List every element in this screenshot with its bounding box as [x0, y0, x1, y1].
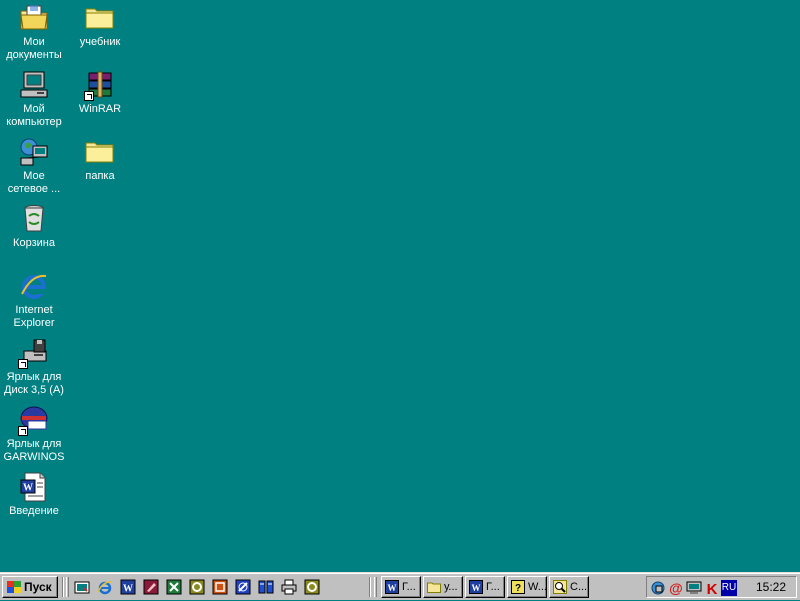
- desktop-icon-label: Internet Explorer: [13, 304, 55, 329]
- svg-text:@: @: [669, 580, 683, 596]
- shortcut-arrow-icon: [18, 359, 28, 369]
- recycle-bin-icon: [18, 203, 50, 235]
- desktop-icon-papka[interactable]: папка: [66, 136, 134, 183]
- my-documents-icon: [18, 2, 50, 34]
- word-icon: W: [385, 580, 399, 594]
- desktop-icon-network[interactable]: Мое сетевое ...: [0, 136, 68, 196]
- desktop-icon-label: Ярлык для Диск 3,5 (A): [4, 371, 64, 396]
- word-icon: W: [469, 580, 483, 594]
- desktop-icon-label: Мои документы: [6, 36, 62, 61]
- task-button-label: С...: [570, 581, 588, 593]
- garwinos-shortcut-icon: [18, 404, 50, 436]
- app-icon[interactable]: [189, 579, 205, 595]
- printer-icon[interactable]: [281, 579, 297, 595]
- desktop-icon-internet-explorer[interactable]: Internet Explorer: [0, 270, 68, 330]
- desktop-icon-label: Мое сетевое ...: [7, 170, 61, 195]
- language-indicator[interactable]: RU: [721, 580, 737, 596]
- task-button[interactable]: ? W...: [507, 576, 547, 598]
- start-button[interactable]: Пуск: [2, 576, 58, 598]
- desktop-icon-my-documents[interactable]: Мои документы: [0, 2, 68, 62]
- access-icon[interactable]: [143, 579, 159, 595]
- windows-logo-icon: [7, 581, 21, 593]
- internet-explorer-icon: [18, 270, 50, 302]
- desktop-icon-recycle-bin[interactable]: Корзина: [0, 203, 68, 250]
- folder-icon: [84, 2, 116, 34]
- start-label: Пуск: [24, 580, 52, 594]
- taskbar: Пуск W W Г... у... W Г... ? W... С... @ …: [0, 572, 800, 600]
- task-button-label: Г...: [486, 581, 500, 593]
- svg-text:K: K: [707, 581, 718, 596]
- antivirus-icon[interactable]: K: [704, 580, 720, 598]
- svg-text:W: W: [472, 583, 481, 593]
- task-area-grip[interactable]: [374, 577, 377, 597]
- search-icon: [553, 580, 567, 594]
- taskbar-separator: [62, 577, 64, 597]
- desktop-icon-my-computer[interactable]: Мой компьютер: [0, 69, 68, 129]
- mail-icon[interactable]: @: [668, 580, 684, 596]
- task-button[interactable]: у...: [423, 576, 463, 598]
- desktop-icon-vvedenie[interactable]: W Введение: [0, 471, 68, 518]
- desktop-icon-winrar[interactable]: WinRAR: [66, 69, 134, 116]
- monitor-icon[interactable]: [686, 580, 702, 596]
- network-neighborhood-icon: [18, 136, 50, 168]
- my-computer-icon: [18, 69, 50, 101]
- shortcut-arrow-icon: [18, 426, 28, 436]
- winrar-icon: [84, 69, 116, 101]
- help-icon: ?: [511, 580, 525, 594]
- system-tray: @ K RU 15:22: [646, 576, 797, 598]
- floppy-drive-shortcut-icon: [18, 337, 50, 369]
- svg-text:W: W: [123, 584, 133, 595]
- app-icon[interactable]: [235, 579, 251, 595]
- desktop[interactable]: Мои документы учебник Мой компьютер WinR…: [0, 0, 800, 572]
- folder-icon: [84, 136, 116, 168]
- task-button[interactable]: W Г...: [465, 576, 505, 598]
- taskbar-separator: [369, 577, 371, 597]
- excel-icon[interactable]: [166, 579, 182, 595]
- desktop-icon-label: WinRAR: [78, 103, 122, 115]
- folder-icon: [427, 582, 441, 593]
- task-button-label: W...: [528, 581, 547, 593]
- network-icon[interactable]: [650, 580, 666, 596]
- desktop-icon-label: Корзина: [13, 237, 55, 249]
- powerpoint-icon[interactable]: [212, 579, 228, 595]
- clock[interactable]: 15:22: [756, 580, 786, 594]
- desktop-icon-floppy-shortcut[interactable]: Ярлык для Диск 3,5 (A): [0, 337, 68, 397]
- word-icon[interactable]: W: [120, 579, 136, 595]
- svg-text:W: W: [388, 583, 397, 593]
- app-icon[interactable]: [258, 579, 274, 595]
- desktop-icon-label: Мой компьютер: [6, 103, 62, 128]
- desktop-icon-label: Введение: [9, 505, 59, 517]
- task-button[interactable]: С...: [549, 576, 589, 598]
- desktop-icon-uchebnik[interactable]: учебник: [66, 2, 134, 49]
- desktop-icon-garwinos-shortcut[interactable]: Ярлык для GARWINOS: [0, 404, 68, 464]
- desktop-icon-label: папка: [85, 170, 115, 182]
- quick-launch-grip[interactable]: [66, 577, 69, 597]
- svg-text:W: W: [23, 483, 33, 494]
- task-button[interactable]: W Г...: [381, 576, 421, 598]
- app-icon[interactable]: [304, 579, 320, 595]
- task-button-label: Г...: [402, 581, 416, 593]
- word-document-icon: W: [18, 471, 50, 503]
- desktop-icon-label: учебник: [79, 36, 121, 48]
- desktop-icon-label: Ярлык для GARWINOS: [3, 438, 65, 463]
- task-button-label: у...: [444, 581, 458, 593]
- show-desktop-icon[interactable]: [74, 579, 90, 595]
- shortcut-arrow-icon: [84, 91, 94, 101]
- svg-text:?: ?: [515, 583, 521, 594]
- internet-explorer-icon[interactable]: [97, 579, 113, 595]
